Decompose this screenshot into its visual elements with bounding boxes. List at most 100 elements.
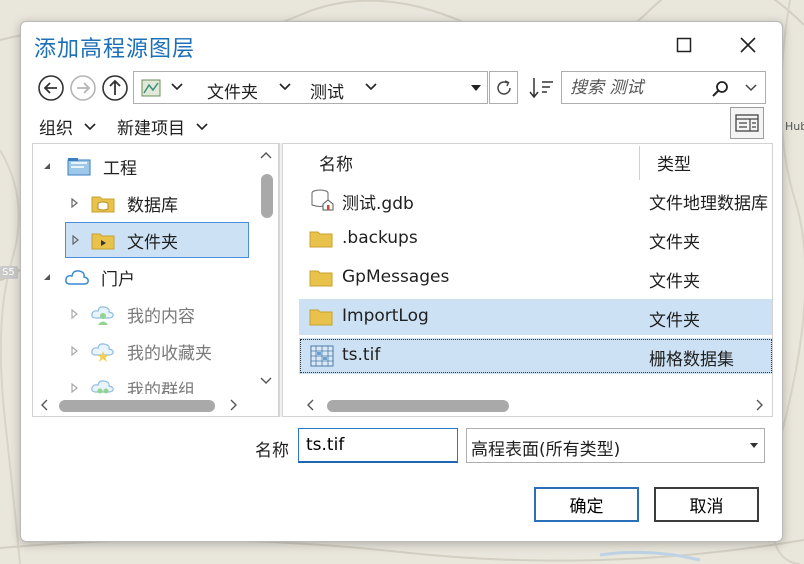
tree-item-label: 文件夹 xyxy=(127,232,178,253)
maximize-icon xyxy=(676,37,692,53)
file-row[interactable]: 测试.gdb 文件地理数据库 xyxy=(299,182,772,218)
folder-icon xyxy=(309,231,333,248)
chevron-down-icon xyxy=(84,122,96,130)
search-input[interactable] xyxy=(568,76,708,100)
expand-arrow-icon[interactable] xyxy=(65,346,85,356)
chevron-down-icon[interactable] xyxy=(744,81,758,95)
file-type: 栅格数据集 xyxy=(649,350,734,370)
tree-horizontal-scrollbar[interactable] xyxy=(33,394,278,416)
file-type-filter-value: 高程表面(所有类型) xyxy=(471,440,621,460)
sort-icon xyxy=(529,78,553,99)
tree-item-label: 我的收藏夹 xyxy=(127,343,212,364)
expand-arrow-icon[interactable] xyxy=(65,309,85,319)
my-content-icon xyxy=(89,302,117,326)
scrollbar-thumb[interactable] xyxy=(59,400,215,412)
file-row[interactable]: ts.tif 栅格数据集 xyxy=(299,338,772,374)
tree-item-my-content[interactable]: 我的内容 xyxy=(65,296,245,332)
tree-item-folders[interactable]: 文件夹 xyxy=(65,222,249,258)
map-label-s5: S5 xyxy=(2,267,15,278)
view-pane-button[interactable] xyxy=(730,107,764,139)
file-name: ImportLog xyxy=(342,306,429,326)
close-icon xyxy=(740,37,756,53)
file-horizontal-scrollbar[interactable] xyxy=(283,394,772,416)
tree-vertical-scrollbar[interactable] xyxy=(254,144,278,394)
tree-item-portal[interactable]: 门户 xyxy=(37,259,249,295)
chevron-down-icon[interactable] xyxy=(364,80,378,94)
file-type: 文件地理数据库 xyxy=(649,194,768,214)
navigation-tree[interactable]: 工程 数据库 文件夹 门户 我的内容 我的收藏夹 我的群组 xyxy=(32,143,279,417)
maximize-button[interactable] xyxy=(669,32,699,58)
folder-icon xyxy=(309,270,333,287)
breadcrumb-test[interactable]: 测试 xyxy=(310,78,344,103)
column-divider[interactable] xyxy=(639,146,640,180)
forward-button[interactable] xyxy=(69,74,97,102)
file-name-input[interactable] xyxy=(298,428,458,463)
new-item-label: 新建项目 xyxy=(117,119,185,139)
cancel-button[interactable]: 取消 xyxy=(654,487,759,522)
scrollbar-thumb[interactable] xyxy=(327,400,509,412)
tree-item-favorites[interactable]: 我的收藏夹 xyxy=(65,333,245,369)
favorites-icon xyxy=(89,339,117,363)
dialog-title: 添加高程源图层 xyxy=(34,37,196,62)
details-pane-icon xyxy=(735,114,759,132)
file-list[interactable]: 名称 类型 测试.gdb 文件地理数据库 .backups 文件夹 GpMess… xyxy=(283,143,773,417)
portal-cloud-icon xyxy=(63,265,91,289)
back-button[interactable] xyxy=(37,74,65,102)
forward-arrow-icon xyxy=(70,75,96,101)
breadcrumb-folder[interactable]: 文件夹 xyxy=(207,78,258,103)
tree-item-databases[interactable]: 数据库 xyxy=(65,185,245,221)
column-header-name[interactable]: 名称 xyxy=(319,144,353,180)
column-header-type[interactable]: 类型 xyxy=(657,144,691,180)
tree-item-project[interactable]: 工程 xyxy=(37,148,249,184)
file-type: 文件夹 xyxy=(649,311,700,331)
file-type-filter[interactable]: 高程表面(所有类型) xyxy=(466,428,765,463)
file-type: 文件夹 xyxy=(649,233,700,253)
new-item-menu[interactable]: 新建项目 xyxy=(117,114,209,139)
scroll-left-icon[interactable] xyxy=(39,399,49,411)
scrollbar-thumb[interactable] xyxy=(261,174,273,218)
back-arrow-icon xyxy=(38,75,64,101)
collapse-arrow-icon[interactable] xyxy=(37,272,57,282)
scroll-left-icon[interactable] xyxy=(305,399,315,411)
map-label-hub: Hub xyxy=(785,120,804,133)
scroll-down-icon[interactable] xyxy=(260,376,272,386)
path-bar[interactable]: 文件夹 测试 xyxy=(133,71,488,104)
up-button[interactable] xyxy=(101,74,129,102)
geodatabase-icon xyxy=(311,189,334,211)
refresh-icon xyxy=(496,79,511,95)
file-name: 测试.gdb xyxy=(342,194,414,214)
database-folder-icon xyxy=(89,191,117,215)
raster-icon xyxy=(310,345,334,367)
expand-arrow-icon[interactable] xyxy=(66,235,86,245)
expand-arrow-icon[interactable] xyxy=(65,198,85,208)
chevron-down-icon xyxy=(196,122,208,130)
organize-menu[interactable]: 组织 xyxy=(39,114,97,139)
project-icon xyxy=(65,154,93,178)
dropdown-triangle-icon xyxy=(750,443,758,448)
name-label: 名称 xyxy=(255,441,289,461)
file-row[interactable]: .backups 文件夹 xyxy=(299,221,772,257)
search-box[interactable] xyxy=(561,71,766,104)
chevron-down-icon[interactable] xyxy=(278,80,292,94)
scroll-up-icon[interactable] xyxy=(260,150,272,160)
file-type: 文件夹 xyxy=(649,272,700,292)
collapse-arrow-icon[interactable] xyxy=(37,161,57,171)
ok-button[interactable]: 确定 xyxy=(534,487,639,522)
tree-item-label: 我的内容 xyxy=(127,306,195,327)
chevron-down-icon[interactable] xyxy=(170,80,184,94)
sort-button[interactable] xyxy=(528,74,558,102)
scroll-right-icon[interactable] xyxy=(755,399,765,411)
dropdown-triangle-icon[interactable] xyxy=(470,84,482,92)
scroll-right-icon[interactable] xyxy=(229,399,239,411)
refresh-button[interactable] xyxy=(489,71,518,104)
tree-item-label: 数据库 xyxy=(127,195,178,216)
file-name: .backups xyxy=(342,228,418,248)
folder-icon xyxy=(89,228,117,252)
file-row[interactable]: ImportLog 文件夹 xyxy=(299,299,772,335)
search-icon[interactable] xyxy=(710,79,730,99)
up-arrow-icon xyxy=(102,75,128,101)
file-name: ts.tif xyxy=(342,345,381,365)
file-row[interactable]: GpMessages 文件夹 xyxy=(299,260,772,296)
close-button[interactable] xyxy=(733,32,763,58)
expand-arrow-icon[interactable] xyxy=(65,383,85,393)
